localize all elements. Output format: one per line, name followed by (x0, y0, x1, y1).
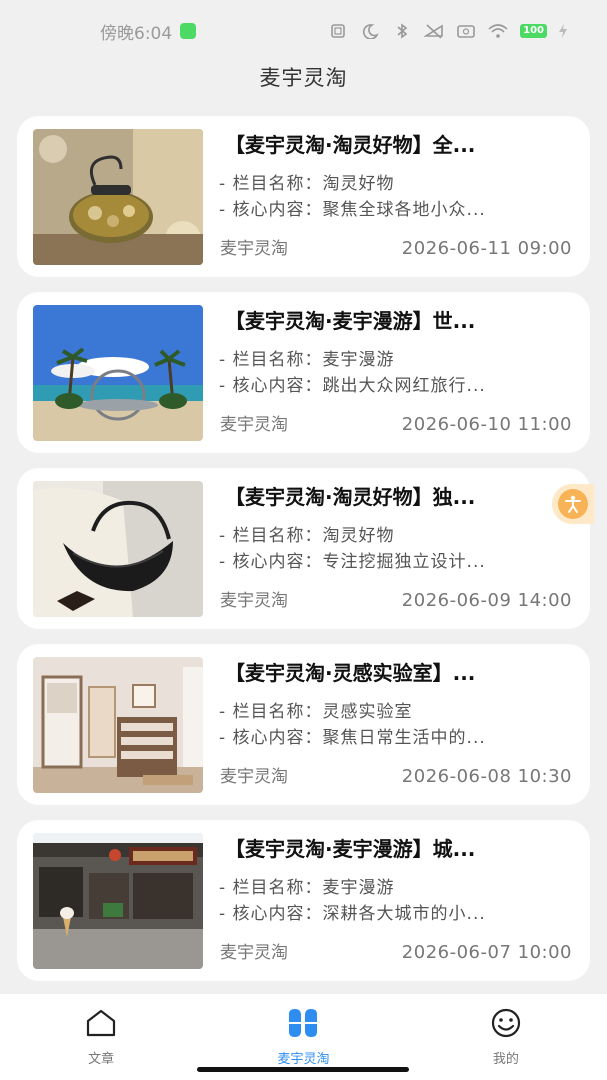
status-right: 100 (328, 23, 567, 39)
interior-room-image (33, 657, 203, 793)
article-column: - 栏目名称：灵感实验室 (219, 702, 413, 722)
home-indicator[interactable] (197, 1067, 409, 1072)
accessibility-icon (558, 489, 588, 519)
article-card[interactable]: 【麦宇灵淘·麦宇漫游】世... - 栏目名称：麦宇漫游 - 核心内容：跳出大众网… (17, 292, 590, 453)
article-column: - 栏目名称：麦宇漫游 (219, 350, 395, 370)
article-date: 2026-06-10 11:00 (401, 414, 572, 435)
article-column: - 栏目名称：淘灵好物 (219, 174, 395, 194)
street-shop-image (33, 833, 203, 969)
article-list[interactable]: 【麦宇灵淘·淘灵好物】全... - 栏目名称：淘灵好物 - 核心内容：聚焦全球各… (17, 116, 590, 996)
signal-off-icon (424, 24, 443, 39)
wechat-notification-icon (180, 23, 197, 39)
article-author: 麦宇灵淘 (220, 767, 288, 787)
article-summary: - 核心内容：专注挖掘独立设计... (219, 552, 486, 572)
article-summary: - 核心内容：跳出大众网红旅行... (219, 376, 486, 396)
article-summary: - 核心内容：聚焦全球各地小众... (219, 200, 486, 220)
four-leaf-grid-icon (289, 1009, 318, 1037)
article-date: 2026-06-11 09:00 (401, 238, 572, 259)
article-thumbnail[interactable] (33, 481, 203, 617)
status-left: 傍晚6:04 (100, 19, 197, 44)
article-author: 麦宇灵淘 (220, 591, 288, 611)
article-date: 2026-06-07 10:00 (401, 942, 572, 963)
tab-label: 我的 (492, 1052, 519, 1067)
battery-icon: 100 (520, 24, 547, 38)
article-thumbnail[interactable] (33, 129, 203, 265)
article-author: 麦宇灵淘 (220, 239, 288, 259)
home-icon (87, 1009, 116, 1037)
sim-icon (457, 25, 475, 38)
article-thumbnail[interactable] (33, 305, 203, 441)
moon-icon (363, 24, 379, 39)
bluetooth-icon (397, 23, 408, 39)
article-thumbnail[interactable] (33, 833, 203, 969)
vibrate-icon (331, 24, 345, 38)
tab-articles[interactable]: 文章 (0, 994, 202, 1080)
article-date: 2026-06-09 14:00 (401, 590, 572, 611)
article-column: - 栏目名称：淘灵好物 (219, 526, 395, 546)
article-author: 麦宇灵淘 (220, 415, 288, 435)
article-title[interactable]: 【麦宇灵淘·麦宇漫游】城... (225, 834, 577, 864)
article-card[interactable]: 【麦宇灵淘·灵感实验室】... - 栏目名称：灵感实验室 - 核心内容：聚焦日常… (17, 644, 590, 805)
article-summary: - 核心内容：聚焦日常生活中的... (219, 728, 486, 748)
article-title[interactable]: 【麦宇灵淘·淘灵好物】独... (225, 482, 577, 512)
charging-icon (559, 24, 567, 38)
tab-profile[interactable]: 我的 (405, 994, 607, 1080)
article-thumbnail[interactable] (33, 657, 203, 793)
page-title: 麦宇灵淘 (259, 66, 348, 90)
article-card[interactable]: 【麦宇灵淘·淘灵好物】独... - 栏目名称：淘灵好物 - 核心内容：专注挖掘独… (17, 468, 590, 629)
beach-image (33, 305, 203, 441)
article-date: 2026-06-08 10:30 (401, 766, 572, 787)
handbag-image (33, 481, 203, 617)
wifi-icon (488, 24, 508, 38)
tab-label: 麦宇灵淘 (277, 1052, 330, 1067)
smiley-face-icon (491, 1008, 520, 1038)
article-column: - 栏目名称：麦宇漫游 (219, 878, 395, 898)
article-card[interactable]: 【麦宇灵淘·麦宇漫游】城... - 栏目名称：麦宇漫游 - 核心内容：深耕各大城… (17, 820, 590, 981)
tab-label: 文章 (88, 1052, 115, 1067)
article-author: 麦宇灵淘 (220, 943, 288, 963)
floating-assistant-button[interactable] (552, 484, 594, 524)
article-summary: - 核心内容：深耕各大城市的小... (219, 904, 486, 924)
article-title[interactable]: 【麦宇灵淘·淘灵好物】全... (225, 130, 577, 160)
glass-jar-image (33, 129, 203, 265)
article-card[interactable]: 【麦宇灵淘·淘灵好物】全... - 栏目名称：淘灵好物 - 核心内容：聚焦全球各… (17, 116, 590, 277)
article-title[interactable]: 【麦宇灵淘·麦宇漫游】世... (225, 306, 577, 336)
article-title[interactable]: 【麦宇灵淘·灵感实验室】... (225, 658, 577, 688)
status-bar: 傍晚6:04 100 (0, 0, 607, 62)
status-time: 傍晚6:04 (100, 23, 173, 44)
